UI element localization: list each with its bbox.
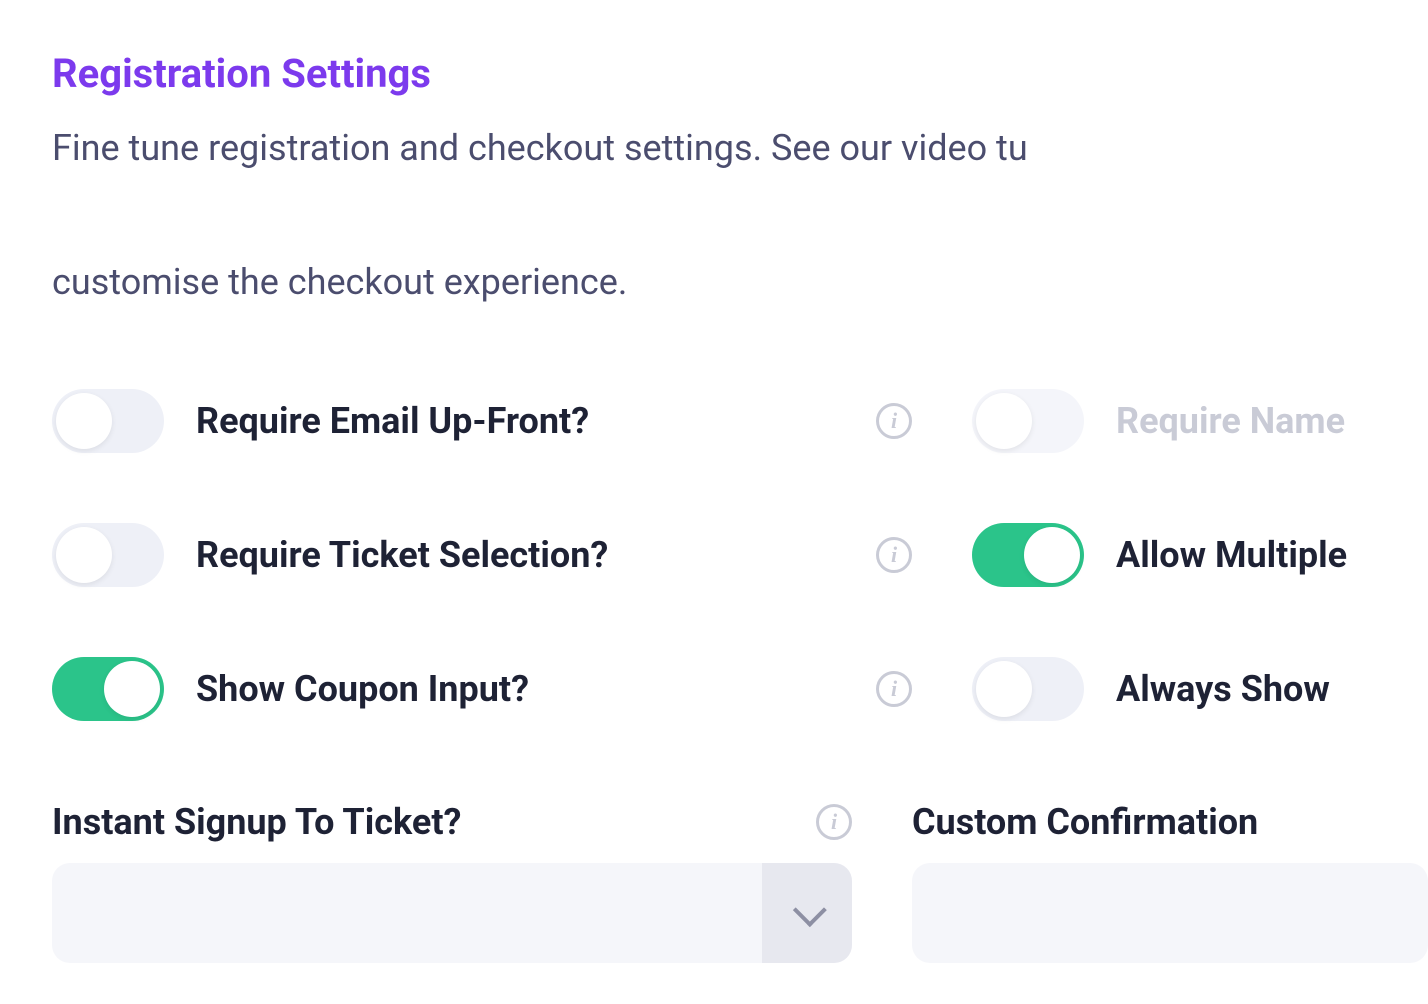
label-require-name: Require Name — [1116, 400, 1345, 442]
toggle-require-name — [972, 389, 1084, 453]
label-require-ticket: Require Ticket Selection? — [196, 534, 608, 576]
settings-container: Require Email Up-Front? Require Name Req… — [52, 389, 1428, 963]
info-icon[interactable] — [816, 804, 852, 840]
info-icon[interactable] — [876, 671, 912, 707]
label-instant-signup: Instant Signup To Ticket? — [52, 801, 461, 843]
settings-row-1: Require Email Up-Front? Require Name — [52, 389, 1428, 453]
setting-always-show: Always Show — [972, 657, 1428, 721]
setting-allow-multiple: Allow Multiple — [972, 523, 1428, 587]
settings-row-2: Require Ticket Selection? Allow Multiple — [52, 523, 1428, 587]
setting-require-email: Require Email Up-Front? — [52, 389, 912, 453]
page-description: Fine tune registration and checkout sett… — [52, 121, 1428, 309]
toggle-show-coupon[interactable] — [52, 657, 164, 721]
select-custom-confirmation[interactable] — [912, 863, 1428, 963]
select-row: Instant Signup To Ticket? Custom Confirm… — [52, 801, 1428, 963]
setting-require-ticket: Require Ticket Selection? — [52, 523, 912, 587]
setting-require-name: Require Name — [972, 389, 1428, 453]
toggle-allow-multiple[interactable] — [972, 523, 1084, 587]
label-always-show: Always Show — [1116, 668, 1330, 710]
select-group-instant-signup: Instant Signup To Ticket? — [52, 801, 852, 963]
toggle-require-ticket[interactable] — [52, 523, 164, 587]
toggle-always-show[interactable] — [972, 657, 1084, 721]
label-custom-confirmation: Custom Confirmation — [912, 801, 1258, 843]
description-line1: Fine tune registration and checkout sett… — [52, 121, 1428, 175]
setting-show-coupon: Show Coupon Input? — [52, 657, 912, 721]
settings-row-3: Show Coupon Input? Always Show — [52, 657, 1428, 721]
chevron-down-icon — [762, 863, 852, 963]
toggle-require-email[interactable] — [52, 389, 164, 453]
info-icon[interactable] — [876, 403, 912, 439]
select-group-custom-confirmation: Custom Confirmation — [912, 801, 1428, 963]
description-line2: customise the checkout experience. — [52, 255, 1428, 309]
label-show-coupon: Show Coupon Input? — [196, 668, 529, 710]
label-require-email: Require Email Up-Front? — [196, 400, 589, 442]
page-heading: Registration Settings — [52, 50, 1428, 97]
select-instant-signup[interactable] — [52, 863, 852, 963]
label-allow-multiple: Allow Multiple — [1116, 534, 1347, 576]
info-icon[interactable] — [876, 537, 912, 573]
